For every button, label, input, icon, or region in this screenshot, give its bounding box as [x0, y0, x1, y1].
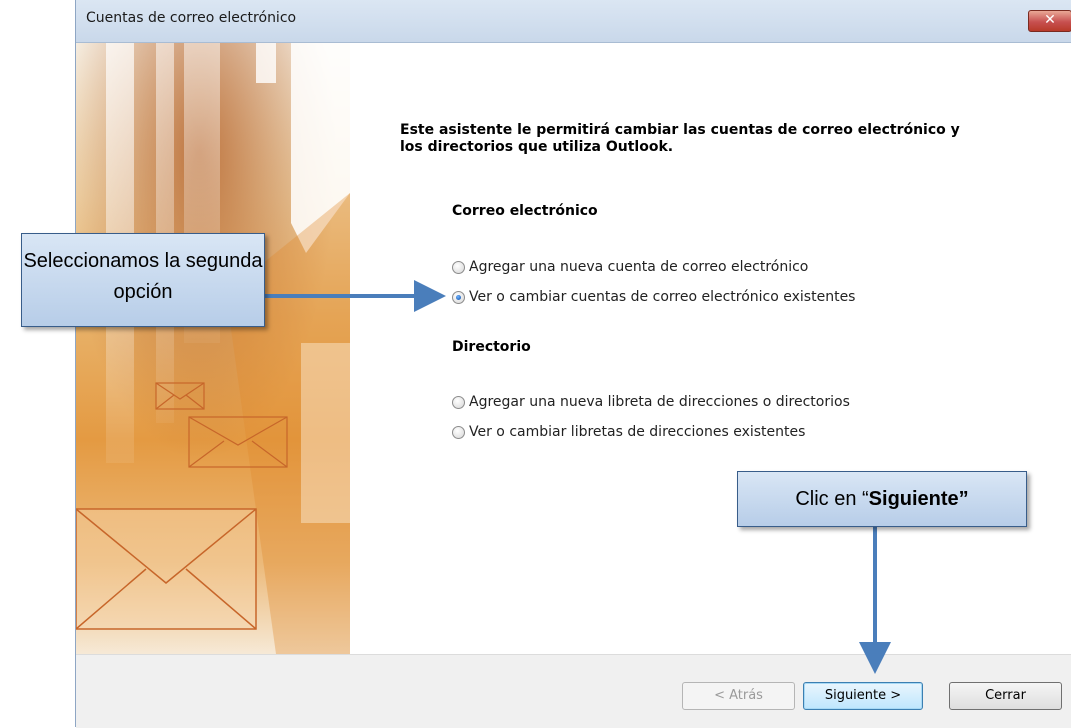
radio-icon[interactable] [452, 290, 465, 304]
button-bar: < Atrás Siguiente > Cerrar [76, 654, 1071, 728]
option-label: Agregar una nueva cuenta de correo elect… [469, 259, 809, 275]
directory-section-heading: Directorio [452, 339, 531, 355]
back-button[interactable]: < Atrás [682, 682, 795, 710]
cancel-button[interactable]: Cerrar [949, 682, 1062, 710]
option-label: Ver o cambiar libretas de direcciones ex… [469, 424, 806, 440]
wizard-banner [76, 43, 350, 654]
option-label: Agregar una nueva libreta de direcciones… [469, 394, 850, 410]
radio-icon[interactable] [452, 395, 465, 409]
radio-add-address-book[interactable]: Agregar una nueva libreta de direcciones… [452, 392, 850, 412]
intro-text: Este asistente le permitirá cambiar las … [400, 122, 960, 155]
callout-prefix: Clic en “ [795, 488, 869, 510]
next-button[interactable]: Siguiente > [803, 682, 923, 710]
callout-select-option: Seleccionamos la segunda opción [21, 233, 265, 327]
radio-icon[interactable] [452, 260, 465, 274]
radio-view-address-books[interactable]: Ver o cambiar libretas de direcciones ex… [452, 422, 805, 442]
email-section-heading: Correo electrónico [452, 203, 598, 219]
close-button[interactable]: ✕ [1028, 10, 1071, 32]
radio-view-email-accounts[interactable]: Ver o cambiar cuentas de correo electrón… [452, 287, 855, 307]
callout-click-next: Clic en “Siguiente” [737, 471, 1027, 527]
close-icon: ✕ [1044, 12, 1056, 28]
envelope-icon [76, 508, 257, 630]
radio-icon[interactable] [452, 425, 465, 439]
option-label: Ver o cambiar cuentas de correo electrón… [469, 289, 856, 305]
title-bar: Cuentas de correo electrónico ✕ [76, 0, 1071, 43]
window-title: Cuentas de correo electrónico [86, 10, 297, 26]
email-accounts-dialog: Cuentas de correo electrónico ✕ Este asi… [75, 0, 1071, 728]
banner-graphic [76, 43, 350, 654]
wizard-content: Este asistente le permitirá cambiar las … [350, 43, 1071, 654]
callout-bold: Siguiente” [868, 488, 969, 510]
radio-add-email-account[interactable]: Agregar una nueva cuenta de correo elect… [452, 257, 808, 277]
